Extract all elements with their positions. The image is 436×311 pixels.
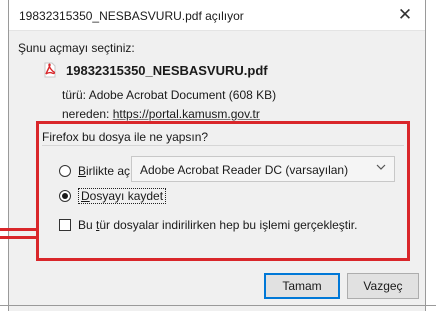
open-with-app-value: Adobe Acrobat Reader DC (varsayılan) — [140, 163, 349, 177]
open-with-radio[interactable] — [59, 165, 71, 177]
chevron-down-icon — [376, 164, 386, 170]
pdf-icon — [44, 62, 56, 78]
window-title: 19832315350_NESBASVURU.pdf açılıyor — [19, 9, 244, 23]
file-source-prefix: nereden: — [62, 107, 110, 121]
remember-checkbox[interactable] — [59, 219, 71, 231]
ok-button[interactable]: Tamam — [264, 273, 340, 299]
save-file-label[interactable]: Dosyayı kaydet — [78, 188, 167, 204]
action-question: Firefox bu dosya ile ne yapsın? — [42, 130, 209, 144]
window-bottom-edge — [0, 305, 436, 306]
file-source-line: nereden: https://portal.kamusm.gov.tr — [62, 107, 260, 121]
arrow-icon — [0, 228, 36, 242]
divider — [42, 145, 404, 146]
file-name: 19832315350_NESBASVURU.pdf — [66, 62, 268, 78]
title-bar: 19832315350_NESBASVURU.pdf açılıyor ✕ — [9, 0, 425, 31]
choose-label: Şunu açmayı seçtiniz: — [18, 41, 135, 55]
cancel-button[interactable]: Vazgeç — [347, 273, 419, 299]
save-file-radio[interactable] — [59, 190, 71, 202]
file-type-value: Adobe Acrobat Document (608 KB) — [88, 88, 277, 102]
file-type-line: türü: Adobe Acrobat Document (608 KB) — [62, 88, 276, 102]
file-source-url: https://portal.kamusm.gov.tr — [112, 107, 260, 121]
file-row: 19832315350_NESBASVURU.pdf — [42, 62, 268, 78]
close-icon[interactable]: ✕ — [395, 5, 415, 25]
remember-label[interactable]: Bu tür dosyalar indirilirken hep bu işle… — [78, 218, 357, 232]
file-type-prefix: türü: — [62, 88, 87, 102]
open-with-app-select[interactable]: Adobe Acrobat Reader DC (varsayılan) — [131, 156, 395, 182]
open-with-label[interactable]: Birlikte aç — [78, 164, 130, 178]
